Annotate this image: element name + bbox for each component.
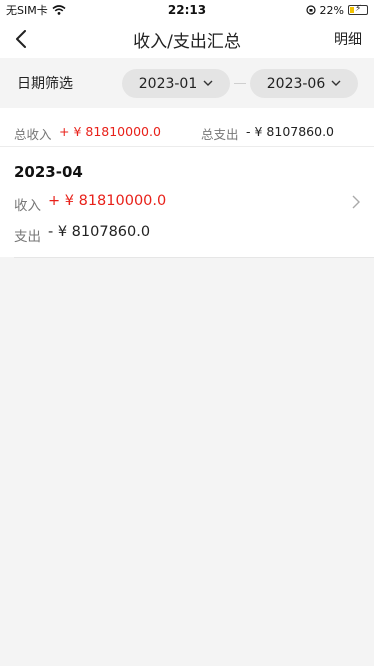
record-expense-label: 支出 bbox=[14, 229, 41, 245]
list-item[interactable]: 2023-04 收入 + ¥ 81810000.0 支出 - ¥ 8107860… bbox=[0, 147, 374, 257]
total-income-value: + ¥ 81810000.0 bbox=[59, 124, 161, 139]
total-income-label: 总收入 bbox=[14, 127, 52, 142]
status-left: 无SIM卡 bbox=[6, 2, 66, 18]
range-separator bbox=[234, 83, 246, 84]
record-month: 2023-04 bbox=[14, 163, 83, 181]
back-button[interactable] bbox=[10, 28, 32, 50]
record-income-label: 收入 bbox=[14, 198, 41, 214]
record-income-value: + ¥ 81810000.0 bbox=[48, 193, 167, 209]
totals-summary: 总收入 + ¥ 81810000.0 总支出 - ¥ 8107860.0 bbox=[0, 108, 374, 146]
card-divider bbox=[14, 257, 374, 258]
page-title: 收入/支出汇总 bbox=[133, 31, 241, 52]
date-filter-label: 日期筛选 bbox=[17, 76, 73, 92]
total-expense-label: 总支出 bbox=[201, 127, 239, 142]
start-date-select[interactable]: 2023-01 bbox=[122, 69, 230, 98]
chevron-right-icon bbox=[352, 195, 360, 209]
total-expense-value: - ¥ 8107860.0 bbox=[246, 124, 335, 139]
carrier-text: 无SIM卡 bbox=[6, 4, 48, 17]
battery-percent: 22% bbox=[319, 3, 344, 17]
status-bar: 无SIM卡 22:13 22% ⚡ bbox=[0, 0, 374, 20]
battery-icon: ⚡ bbox=[348, 4, 368, 15]
status-right: 22% ⚡ bbox=[305, 3, 368, 17]
date-filter-bar: 日期筛选 2023-01 2023-06 bbox=[0, 58, 374, 108]
nav-bar: 收入/支出汇总 明细 bbox=[0, 20, 374, 58]
end-date-select[interactable]: 2023-06 bbox=[250, 69, 358, 98]
wifi-icon bbox=[52, 5, 66, 15]
chevron-left-icon bbox=[16, 30, 26, 48]
chevron-down-icon bbox=[331, 80, 341, 86]
orientation-lock-icon bbox=[305, 5, 316, 15]
end-date-value: 2023-06 bbox=[266, 75, 326, 92]
start-date-value: 2023-01 bbox=[138, 75, 198, 92]
record-expense-value: - ¥ 8107860.0 bbox=[48, 224, 151, 240]
detail-button[interactable]: 明细 bbox=[334, 29, 362, 49]
chevron-down-icon bbox=[203, 80, 213, 86]
